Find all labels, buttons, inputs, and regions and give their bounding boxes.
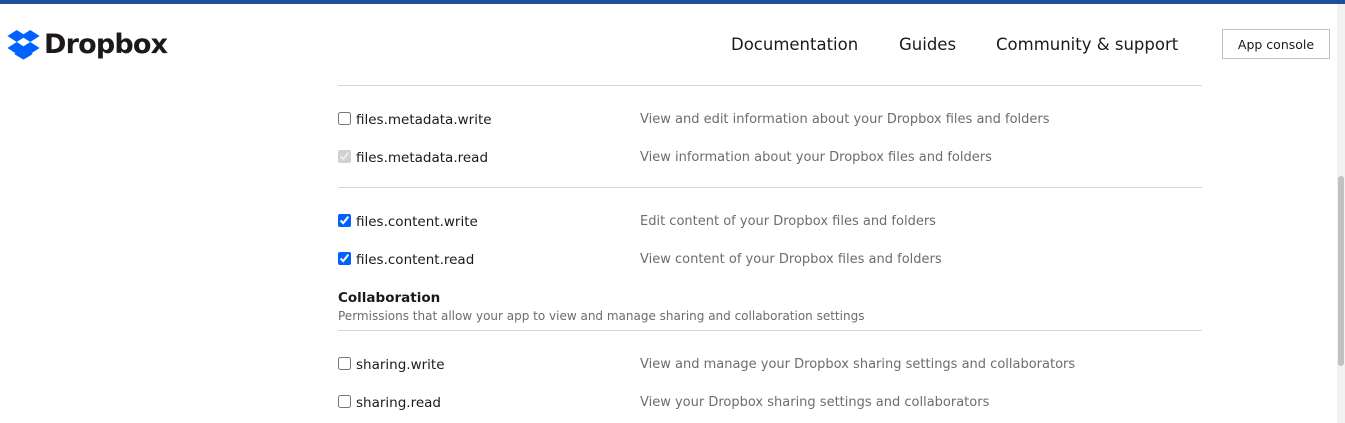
permission-description: View and manage your Dropbox sharing set… (640, 357, 1076, 372)
divider (338, 187, 1202, 188)
permission-description: Edit content of your Dropbox files and f… (640, 214, 936, 229)
permission-row: files.metadata.write View and edit infor… (338, 112, 1202, 132)
permission-name: files.content.write (356, 214, 478, 230)
permission-name: files.metadata.read (356, 150, 489, 166)
permission-checkbox-sharing-write[interactable] (338, 357, 351, 370)
permission-name: sharing.write (356, 357, 445, 373)
permission-description: View content of your Dropbox files and f… (640, 252, 942, 267)
permission-name: sharing.read (356, 395, 441, 411)
permission-checkbox-files-metadata-read (338, 150, 351, 163)
permission-name: files.metadata.write (356, 112, 492, 128)
permission-description: View your Dropbox sharing settings and c… (640, 395, 990, 410)
permission-description: View and edit information about your Dro… (640, 112, 1050, 127)
nav-guides[interactable]: Guides (899, 34, 956, 56)
app-console-button[interactable]: App console (1222, 29, 1330, 59)
permission-checkbox-files-content-read[interactable] (338, 252, 351, 265)
permission-row: files.metadata.read View information abo… (338, 150, 1202, 170)
permission-checkbox-files-metadata-write[interactable] (338, 112, 351, 125)
section-title-collaboration: Collaboration (338, 290, 441, 306)
page-scrollbar[interactable] (1337, 4, 1345, 423)
nav-community-support[interactable]: Community & support (996, 34, 1178, 56)
permission-name: files.content.read (356, 252, 475, 268)
permission-row: sharing.read View your Dropbox sharing s… (338, 395, 1202, 415)
permission-row: sharing.write View and manage your Dropb… (338, 357, 1202, 377)
permission-description: View information about your Dropbox file… (640, 150, 992, 165)
permission-row: files.content.read View content of your … (338, 252, 1202, 272)
nav-documentation[interactable]: Documentation (731, 34, 858, 56)
permission-row: files.content.write Edit content of your… (338, 214, 1202, 234)
permission-checkbox-sharing-read[interactable] (338, 395, 351, 408)
permission-checkbox-files-content-write[interactable] (338, 214, 351, 227)
top-nav: Documentation Guides Community & support (0, 34, 1337, 64)
scrollbar-thumb[interactable] (1338, 176, 1344, 366)
section-subtitle-collaboration: Permissions that allow your app to view … (338, 309, 865, 323)
site-header: Dropbox Documentation Guides Community &… (0, 4, 1337, 84)
divider (338, 85, 1202, 86)
divider (338, 330, 1202, 331)
